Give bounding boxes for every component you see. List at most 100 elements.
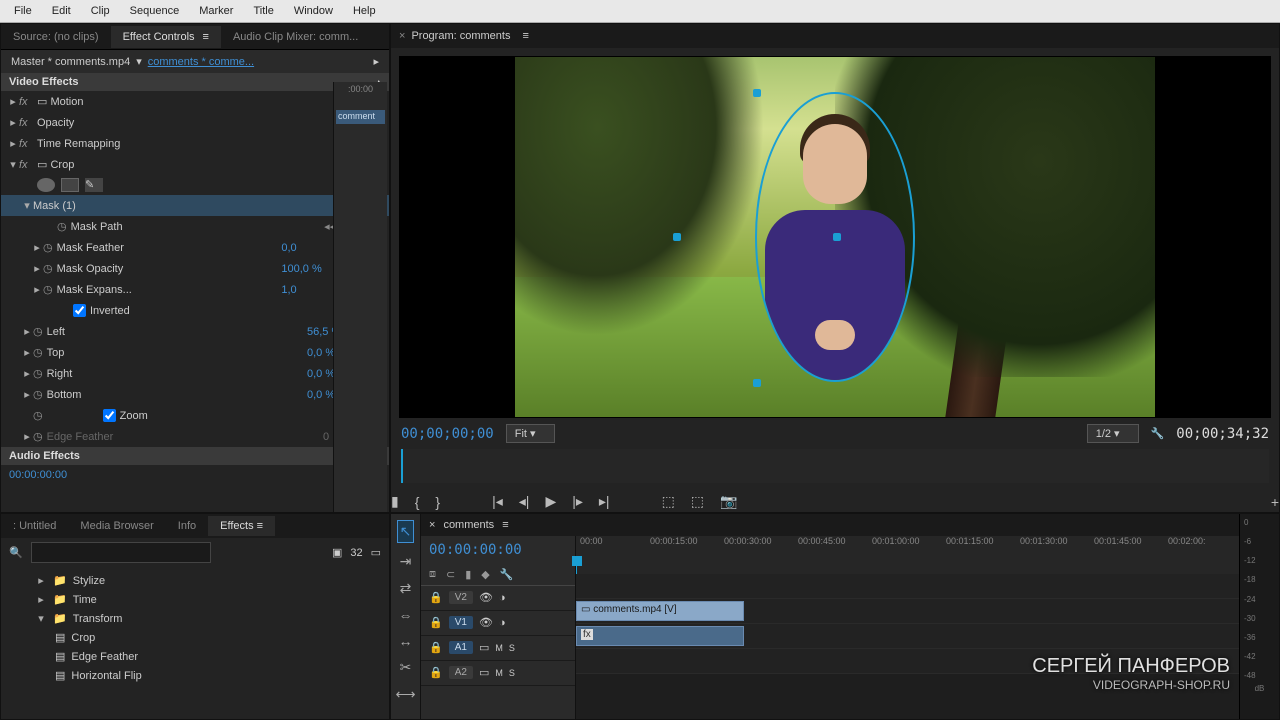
effect-crop[interactable]: Crop: [71, 632, 95, 644]
step-back-button[interactable]: ◂|: [519, 493, 530, 510]
rolling-tool[interactable]: ⇔: [399, 607, 413, 623]
close-icon[interactable]: ×: [429, 519, 435, 531]
tab-effects[interactable]: Effects ≡: [208, 516, 275, 536]
effect-edge-feather[interactable]: Edge Feather: [71, 651, 138, 663]
crop-right[interactable]: Right: [47, 368, 307, 380]
lift-button[interactable]: ⬚: [662, 493, 675, 510]
tab-source[interactable]: Source: (no clips): [1, 26, 111, 48]
clip-video[interactable]: ▭ comments.mp4 [V]: [576, 601, 744, 621]
tab-media-browser[interactable]: Media Browser: [68, 516, 165, 536]
tab-audio-mixer[interactable]: Audio Clip Mixer: comm...: [221, 26, 370, 48]
timeline-tc[interactable]: 00:00:00:00: [429, 542, 522, 558]
lock-icon[interactable]: 🔒: [429, 641, 443, 654]
mask-feather[interactable]: Mask Feather: [57, 242, 282, 254]
tab-info[interactable]: Info: [166, 516, 208, 536]
zoom-fit-dropdown[interactable]: Fit ▾: [506, 424, 555, 443]
crop-left[interactable]: Left: [47, 326, 307, 338]
menu-title[interactable]: Title: [243, 2, 283, 20]
video-effects-header[interactable]: Video Effects: [9, 76, 79, 88]
toggle-track-output-icon[interactable]: 👁: [479, 616, 493, 629]
lane-v2[interactable]: [576, 574, 1279, 599]
ripple-tool[interactable]: ⇄: [400, 580, 412, 597]
breadcrumb-link[interactable]: comments * comme...: [148, 56, 254, 68]
rate-stretch-tool[interactable]: ↔: [399, 633, 413, 649]
track-v2[interactable]: V2: [449, 591, 473, 604]
track-v1[interactable]: V1: [449, 616, 473, 629]
lane-v1[interactable]: ▭ comments.mp4 [V]: [576, 599, 1279, 624]
effects-tree[interactable]: ▸📁Stylize ▸📁Time ▾📁Transform ▤Crop ▤Edge…: [1, 567, 389, 689]
add-marker-button[interactable]: ▮: [391, 493, 399, 510]
playhead[interactable]: [576, 556, 577, 574]
lock-icon[interactable]: 🔒: [429, 591, 443, 604]
slip-tool[interactable]: ⟷: [395, 686, 415, 703]
fx-mask[interactable]: Mask (1): [33, 200, 383, 212]
toggle-track-output-icon[interactable]: 👁: [479, 591, 493, 604]
sequence-name[interactable]: comments: [443, 519, 494, 531]
fx-crop[interactable]: Crop: [50, 159, 367, 171]
lane-a1[interactable]: fx: [576, 624, 1279, 649]
effect-horizontal-flip[interactable]: Horizontal Flip: [71, 670, 141, 682]
program-scrubber[interactable]: [401, 449, 1269, 483]
snap-icon[interactable]: ⧈: [429, 568, 436, 581]
32bit-badge-icon[interactable]: 32: [350, 547, 362, 559]
fx-motion[interactable]: Motion: [50, 96, 367, 108]
crop-bottom[interactable]: Bottom: [47, 389, 307, 401]
ellipse-mask-button[interactable]: [37, 178, 55, 192]
zoom-checkbox[interactable]: [103, 409, 116, 422]
button-editor-icon[interactable]: +: [1271, 494, 1279, 510]
yuv-badge-icon[interactable]: ▭: [371, 546, 381, 559]
menu-clip[interactable]: Clip: [81, 2, 120, 20]
mask-handle[interactable]: [673, 233, 681, 241]
effects-search-input[interactable]: [31, 542, 211, 563]
track-a1[interactable]: A1: [449, 641, 473, 654]
mask-handle[interactable]: [753, 89, 761, 97]
effect-controls-timeline[interactable]: :00:00 comment: [333, 82, 387, 512]
mask-handle[interactable]: [833, 233, 841, 241]
program-tc-current[interactable]: 00;00;00;00: [401, 426, 494, 442]
go-to-out-button[interactable]: ▸|: [599, 493, 610, 510]
wrench-icon[interactable]: 🔧: [500, 568, 514, 581]
clip-marker[interactable]: comment: [336, 110, 385, 124]
marker-tool-icon[interactable]: ▮: [465, 568, 471, 581]
timeline-ruler[interactable]: 00:00 00:00:15:00 00:00:30:00 00:00:45:0…: [576, 536, 1279, 556]
menu-marker[interactable]: Marker: [189, 2, 243, 20]
menu-sequence[interactable]: Sequence: [120, 2, 190, 20]
audio-effects-header[interactable]: Audio Effects: [9, 450, 80, 462]
pen-mask-button[interactable]: ✎: [85, 178, 103, 192]
mask-path[interactable]: Mask Path: [71, 221, 325, 233]
razor-tool[interactable]: ✂: [400, 659, 412, 676]
tab-effect-controls[interactable]: Effect Controls≡: [111, 26, 221, 48]
crop-top[interactable]: Top: [47, 347, 307, 359]
mark-in-button[interactable]: {: [415, 494, 420, 510]
lane-a2[interactable]: [576, 649, 1279, 674]
resolution-dropdown[interactable]: 1/2 ▾: [1087, 424, 1139, 443]
fx-opacity[interactable]: Opacity: [37, 117, 367, 129]
fx-time-remapping[interactable]: Time Remapping: [37, 138, 383, 150]
settings-icon[interactable]: 🔧: [1151, 427, 1165, 440]
mask-opacity[interactable]: Mask Opacity: [57, 263, 282, 275]
menu-file[interactable]: File: [4, 2, 42, 20]
selection-tool[interactable]: ↖: [397, 520, 415, 543]
step-forward-button[interactable]: |▸: [572, 493, 583, 510]
menu-help[interactable]: Help: [343, 2, 386, 20]
panel-menu-icon[interactable]: ≡: [502, 519, 508, 531]
tab-project[interactable]: : Untitled: [1, 516, 68, 536]
linked-selection-icon[interactable]: ⊂: [446, 568, 455, 581]
play-icon[interactable]: ▸: [373, 55, 379, 68]
clip-audio[interactable]: fx: [576, 626, 744, 646]
export-frame-button[interactable]: 📷: [720, 493, 737, 510]
panel-menu-icon[interactable]: ≡: [522, 30, 528, 42]
menu-window[interactable]: Window: [284, 2, 343, 20]
mask-handle[interactable]: [753, 379, 761, 387]
lock-icon[interactable]: 🔒: [429, 616, 443, 629]
go-to-in-button[interactable]: |◂: [492, 493, 503, 510]
extract-button[interactable]: ⬚: [691, 493, 704, 510]
settings-icon[interactable]: ◆: [481, 568, 489, 581]
program-viewport[interactable]: [515, 57, 1155, 417]
inverted-checkbox[interactable]: [73, 304, 86, 317]
menu-edit[interactable]: Edit: [42, 2, 81, 20]
mask-expansion[interactable]: Mask Expans...: [57, 284, 282, 296]
play-button[interactable]: ▶: [545, 493, 556, 510]
mark-out-button[interactable]: }: [435, 494, 440, 510]
accel-badge-icon[interactable]: ▣: [332, 546, 342, 559]
